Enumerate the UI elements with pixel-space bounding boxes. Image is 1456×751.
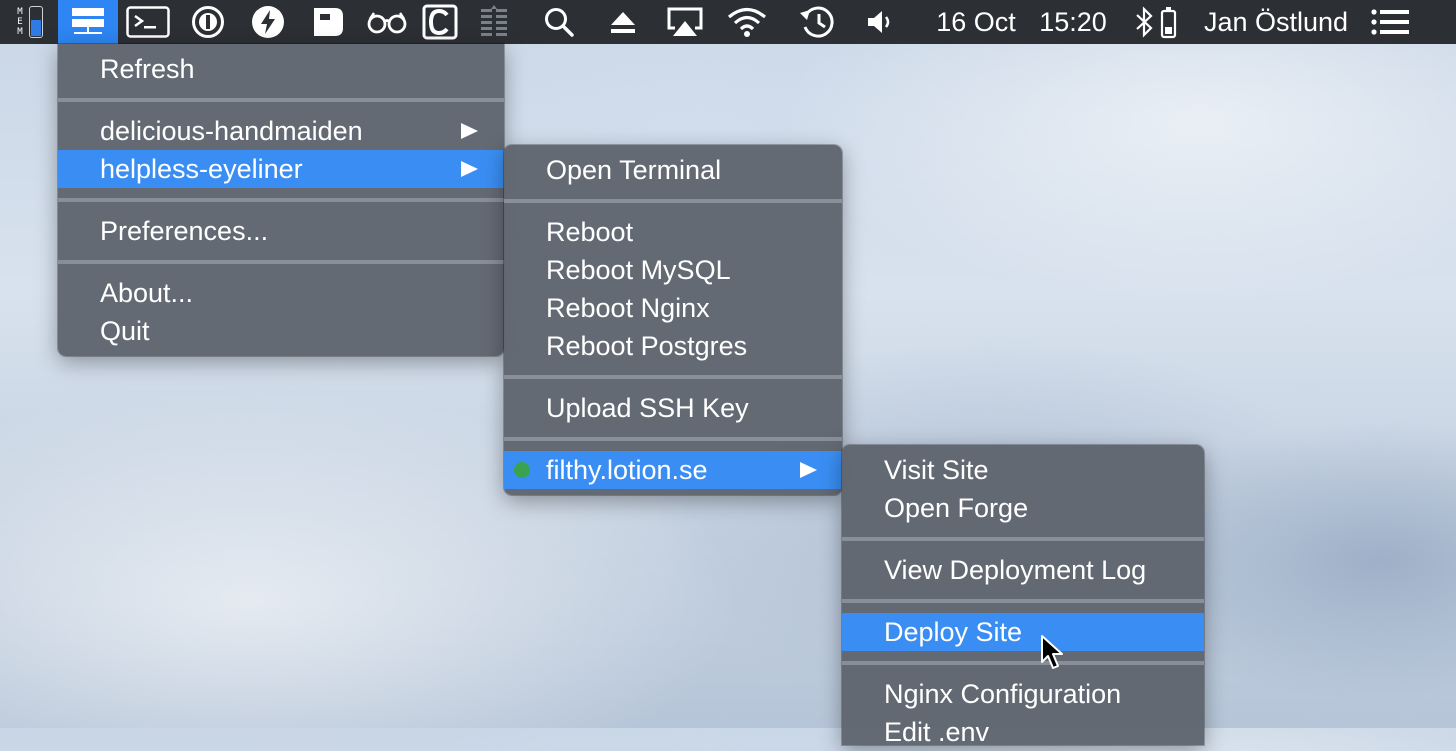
menu-item-label: Preferences... <box>100 216 269 246</box>
airplay-menu-item[interactable] <box>662 0 708 44</box>
menu-item-label: View Deployment Log <box>884 555 1147 585</box>
user-name: Jan Östlund <box>1203 7 1349 37</box>
menu-item-nginx-configuration[interactable]: Nginx Configuration <box>842 675 1204 713</box>
wifi-icon <box>727 7 767 37</box>
menu-item-refresh[interactable]: Refresh <box>58 50 504 88</box>
menu-separator <box>504 427 842 451</box>
menu-separator <box>58 250 504 274</box>
menu-item-server-helpless-eyeliner[interactable]: helpless-eyeliner <box>58 150 504 188</box>
menu-item-label: helpless-eyeliner <box>100 154 303 184</box>
menu-item-about[interactable]: About... <box>58 274 504 312</box>
menu-item-label: Refresh <box>100 54 195 84</box>
search-icon <box>545 8 574 37</box>
menu-item-site-filthy-lotion[interactable]: filthy.lotion.se <box>504 451 842 489</box>
glasses-menu-item[interactable] <box>362 0 412 44</box>
gauge-menu-item[interactable] <box>474 0 514 44</box>
mouse-pointer-icon <box>1041 635 1063 669</box>
drive-icon <box>314 8 343 36</box>
battery-menu-item[interactable] <box>1158 0 1180 44</box>
dim-gauge-icon <box>481 5 507 36</box>
site-status-dot-icon <box>514 462 530 478</box>
menu-item-reboot[interactable]: Reboot <box>504 213 842 251</box>
menu-item-visit-site[interactable]: Visit Site <box>842 451 1204 489</box>
info-icon <box>192 6 224 38</box>
menu-item-label: About... <box>100 278 194 308</box>
menu-item-reboot-postgres[interactable]: Reboot Postgres <box>504 327 842 365</box>
server-icon <box>72 8 104 34</box>
menu-item-label: Upload SSH Key <box>546 393 749 423</box>
volume-menu-item[interactable] <box>862 0 900 44</box>
spotlight-search[interactable] <box>538 0 580 44</box>
menu-item-label: Reboot MySQL <box>546 255 731 285</box>
menu-item-reboot-nginx[interactable]: Reboot Nginx <box>504 289 842 327</box>
bluetooth-menu-item[interactable] <box>1134 0 1156 44</box>
battery-icon <box>1160 7 1177 39</box>
clock-menu-item[interactable]: 15:20 <box>1034 0 1112 44</box>
volume-icon <box>868 11 890 33</box>
notification-center-button[interactable] <box>1368 0 1414 44</box>
menu-item-label: Reboot <box>546 217 634 247</box>
menu-separator <box>842 651 1204 675</box>
c-menu-item[interactable] <box>420 0 460 44</box>
menu-item-open-forge[interactable]: Open Forge <box>842 489 1204 527</box>
date-text: 16 Oct <box>936 7 1016 37</box>
time-text: 15:20 <box>1039 7 1107 37</box>
menu-item-view-deployment-log[interactable]: View Deployment Log <box>842 551 1204 589</box>
menu-item-label: Deploy Site <box>884 617 1023 647</box>
submenu-arrow-icon <box>800 462 817 478</box>
menu-item-upload-ssh-key[interactable]: Upload SSH Key <box>504 389 842 427</box>
time-machine-icon <box>800 6 834 38</box>
drive-menu-item[interactable] <box>306 0 350 44</box>
menu-item-open-terminal[interactable]: Open Terminal <box>504 151 842 189</box>
c-icon <box>422 4 458 40</box>
menu-item-label: Open Forge <box>884 493 1029 523</box>
menu-item-label: Visit Site <box>884 455 989 485</box>
menu-item-label: Open Terminal <box>546 155 722 185</box>
submenu-arrow-icon <box>461 123 478 139</box>
menu-item-label: Reboot Postgres <box>546 331 748 361</box>
terminal-menu-item[interactable] <box>124 0 172 44</box>
menu-item-label: Reboot Nginx <box>546 293 710 323</box>
time-machine-menu-item[interactable] <box>796 0 838 44</box>
menu-separator <box>842 527 1204 551</box>
menu-item-label: Quit <box>100 316 150 346</box>
submenu-arrow-icon <box>461 161 478 177</box>
bluetooth-icon <box>1136 6 1153 38</box>
menu-item-preferences[interactable]: Preferences... <box>58 212 504 250</box>
bolt-icon <box>252 6 284 38</box>
glasses-icon <box>367 12 407 34</box>
date-menu-item[interactable]: 16 Oct <box>930 0 1022 44</box>
menu-separator <box>504 365 842 389</box>
info-menu-item[interactable] <box>186 0 230 44</box>
menu-separator <box>58 188 504 212</box>
forge-dropdown-menu: Refresh delicious-handmaiden helpless-ey… <box>58 44 504 356</box>
memory-status-item[interactable]: M E M <box>4 0 54 44</box>
menu-item-edit-env[interactable]: Edit .env <box>842 713 1204 751</box>
user-menu[interactable]: Jan Östlund <box>1192 0 1360 44</box>
menu-item-deploy-site[interactable]: Deploy Site <box>842 613 1204 651</box>
mem-gauge-icon <box>28 6 43 38</box>
menu-item-quit[interactable]: Quit <box>58 312 504 350</box>
bolt-menu-item[interactable] <box>246 0 290 44</box>
server-submenu: Open Terminal Reboot Reboot MySQL Reboot… <box>504 145 842 495</box>
menu-item-label: Nginx Configuration <box>884 679 1122 709</box>
menu-list-icon <box>1371 9 1409 35</box>
menu-item-server-delicious-handmaiden[interactable]: delicious-handmaiden <box>58 112 504 150</box>
eject-menu-item[interactable] <box>602 0 644 44</box>
menu-separator <box>58 88 504 112</box>
eject-icon <box>611 12 635 33</box>
mem-label: M E M <box>17 7 23 37</box>
terminal-icon <box>126 6 170 38</box>
forge-server-menu-icon[interactable] <box>58 0 118 44</box>
menu-separator <box>842 589 1204 613</box>
menu-item-label: delicious-handmaiden <box>100 116 363 146</box>
menu-item-label: filthy.lotion.se <box>546 455 708 485</box>
site-submenu: Visit Site Open Forge View Deployment Lo… <box>842 445 1204 747</box>
menu-item-reboot-mysql[interactable]: Reboot MySQL <box>504 251 842 289</box>
menu-bar: M E M 16 Oct 15:20 Jan Östlund <box>0 0 1456 44</box>
menu-separator <box>504 189 842 213</box>
wifi-menu-item[interactable] <box>724 0 770 44</box>
airplay-icon <box>667 7 703 36</box>
menu-item-label: Edit .env <box>884 717 990 747</box>
